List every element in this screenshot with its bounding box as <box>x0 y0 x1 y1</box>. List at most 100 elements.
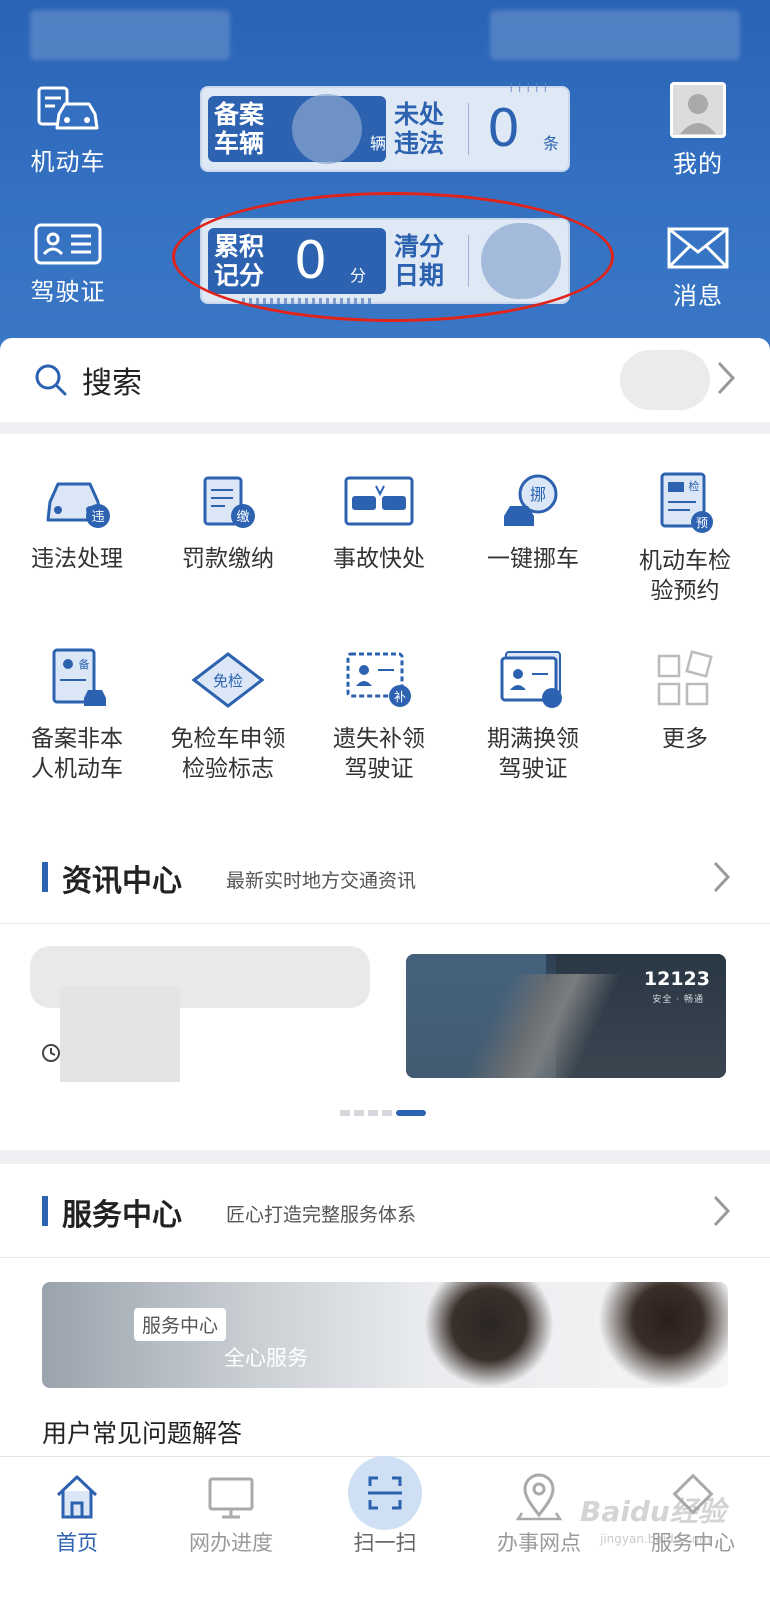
news-subtitle: 最新实时地方交通资讯 <box>226 870 417 892</box>
svg-text:免检: 免检 <box>213 672 243 690</box>
license-label: 驾驶证 <box>30 278 106 306</box>
service-center-title: 服务中心 <box>62 1198 182 1233</box>
svg-text:检: 检 <box>689 479 700 493</box>
mine-label: 我的 <box>673 150 723 178</box>
tab-label: 扫一扫 <box>353 1531 417 1555</box>
svg-text:缴: 缴 <box>236 510 249 525</box>
faq-link[interactable]: 用户常见问题解答 <box>42 1414 242 1450</box>
fine-payment-icon: 缴 <box>203 476 255 528</box>
search-placeholder: 搜索 <box>82 366 142 401</box>
license-entry[interactable]: 驾驶证 <box>8 222 128 307</box>
banner-tag: 服务中心 <box>134 1308 227 1341</box>
service-grid: 违 违法处理 缴 罚款缴纳 事故快处 挪 一键挪车 检 预 机动车检 验预约 备… <box>0 434 770 832</box>
search-icon <box>35 364 67 396</box>
vehicle-label: 机动车 <box>30 148 106 176</box>
divider <box>468 103 469 155</box>
banner-slogan: 全心服务 <box>224 1346 308 1370</box>
blurred-status-area-right <box>490 10 740 60</box>
mine-entry[interactable]: 我的 <box>638 82 758 179</box>
license-card-icon <box>34 223 102 265</box>
service-fine-payment[interactable]: 缴 罚款缴纳 <box>151 472 305 574</box>
svg-text:违: 违 <box>91 510 104 525</box>
blurred-location[interactable] <box>620 350 710 410</box>
blurred-news-text[interactable] <box>30 946 370 1082</box>
service-exempt-inspection[interactable]: 免检 免检车申领 检验标志 <box>151 648 305 784</box>
header: 机动车 驾驶证 我的 消息 | | | | | 备案 车辆 辆 未处 违法 0 … <box>0 0 770 360</box>
service-label: 事故快处 <box>333 546 425 572</box>
news-section: 资讯中心 最新实时地方交通资讯 12123 安全 · 畅通 <box>0 830 770 1150</box>
messages-label: 消息 <box>673 282 723 310</box>
replace-license-icon: 补 <box>346 652 411 707</box>
move-car-icon: 挪 <box>504 474 558 526</box>
service-banner[interactable]: 服务中心 全心服务 <box>42 1282 728 1388</box>
agent-figure <box>598 1282 728 1388</box>
svg-text:预: 预 <box>696 516 708 530</box>
service-label: 更多 <box>662 726 708 752</box>
service-label: 违法处理 <box>31 546 123 572</box>
chevron-right-icon[interactable] <box>712 860 732 894</box>
service-move-car[interactable]: 挪 一键挪车 <box>456 472 610 574</box>
svg-text:备: 备 <box>79 657 90 671</box>
tab-label: 网办进度 <box>189 1531 273 1555</box>
service-violation[interactable]: 违 违法处理 <box>0 472 154 574</box>
service-label: 遗失补领 驾驶证 <box>333 726 425 782</box>
violation-car-icon: 违 <box>46 482 110 528</box>
service-register-other-vehicle[interactable]: 备 备案非本 人机动车 <box>0 648 154 784</box>
inspection-appointment-icon: 检 预 <box>660 472 713 533</box>
vehicle-entry[interactable]: 机动车 <box>8 84 128 177</box>
home-icon <box>56 1475 98 1519</box>
vehicle-unit: 辆 <box>370 134 387 153</box>
service-inspection-appointment[interactable]: 检 预 机动车检 验预约 <box>608 472 762 606</box>
card-decoration: | | | | | <box>509 82 548 93</box>
news-header[interactable]: 资讯中心 最新实时地方交通资讯 <box>0 830 770 924</box>
monitor-icon <box>208 1477 254 1519</box>
news-image-brand: 12123 <box>643 968 710 990</box>
scan-button[interactable] <box>348 1456 422 1530</box>
service-label: 免检车申领 检验标志 <box>170 726 286 782</box>
baidu-watermark-url: jingyan.baidu.com <box>600 1532 711 1546</box>
section-accent-bar <box>42 1196 48 1226</box>
tab-label: 办事网点 <box>497 1531 581 1555</box>
tab-progress[interactable]: 网办进度 <box>154 1473 308 1557</box>
carousel-pager[interactable] <box>340 1110 426 1116</box>
search-bar[interactable]: 搜索 <box>0 338 770 422</box>
tab-label: 首页 <box>56 1531 98 1555</box>
service-label: 机动车检 验预约 <box>639 548 731 604</box>
renew-license-icon <box>500 651 562 708</box>
news-title: 资讯中心 <box>62 864 182 899</box>
service-label: 一键挪车 <box>487 546 579 572</box>
service-center-header[interactable]: 服务中心 匠心打造完整服务体系 <box>0 1164 770 1258</box>
clock-icon <box>42 1044 60 1062</box>
service-accident[interactable]: 事故快处 <box>302 472 456 574</box>
messages-entry[interactable]: 消息 <box>638 226 758 311</box>
unprocessed-violations-label: 未处 违法 <box>394 100 445 158</box>
location-pin-icon <box>515 1473 563 1521</box>
violations-count: 0 <box>487 99 521 159</box>
accident-icon <box>344 476 414 526</box>
highlight-annotation-ellipse <box>172 192 614 322</box>
baidu-watermark: Baidu经验 <box>580 1495 726 1528</box>
vehicle-summary-card[interactable]: | | | | | 备案 车辆 辆 未处 违法 0 条 <box>200 82 570 172</box>
blurred-status-area <box>30 10 230 60</box>
more-grid-icon <box>657 650 713 706</box>
service-label: 期满换领 驾驶证 <box>487 726 579 782</box>
service-renew-license[interactable]: 期满换领 驾驶证 <box>456 648 610 784</box>
svg-text:挪: 挪 <box>530 485 546 504</box>
service-center-subtitle: 匠心打造完整服务体系 <box>226 1204 417 1226</box>
exempt-inspection-icon: 免检 <box>191 652 265 708</box>
agent-figure <box>424 1282 554 1388</box>
service-replace-license[interactable]: 补 遗失补领 驾驶证 <box>302 648 456 784</box>
tab-home[interactable]: 首页 <box>0 1473 154 1557</box>
vehicle-icon <box>37 86 99 130</box>
service-more[interactable]: 更多 <box>608 648 762 754</box>
registered-vehicles-label: 备案 车辆 <box>214 100 265 158</box>
news-image[interactable]: 12123 安全 · 畅通 <box>406 954 726 1078</box>
service-label: 备案非本 人机动车 <box>31 726 123 782</box>
section-accent-bar <box>42 862 48 892</box>
register-other-vehicle-icon: 备 <box>52 648 106 706</box>
news-image-brand-sub: 安全 · 畅通 <box>652 995 704 1005</box>
chevron-right-icon[interactable] <box>716 360 736 396</box>
service-label: 罚款缴纳 <box>182 546 274 572</box>
scan-icon <box>368 1476 402 1510</box>
chevron-right-icon[interactable] <box>712 1194 732 1228</box>
